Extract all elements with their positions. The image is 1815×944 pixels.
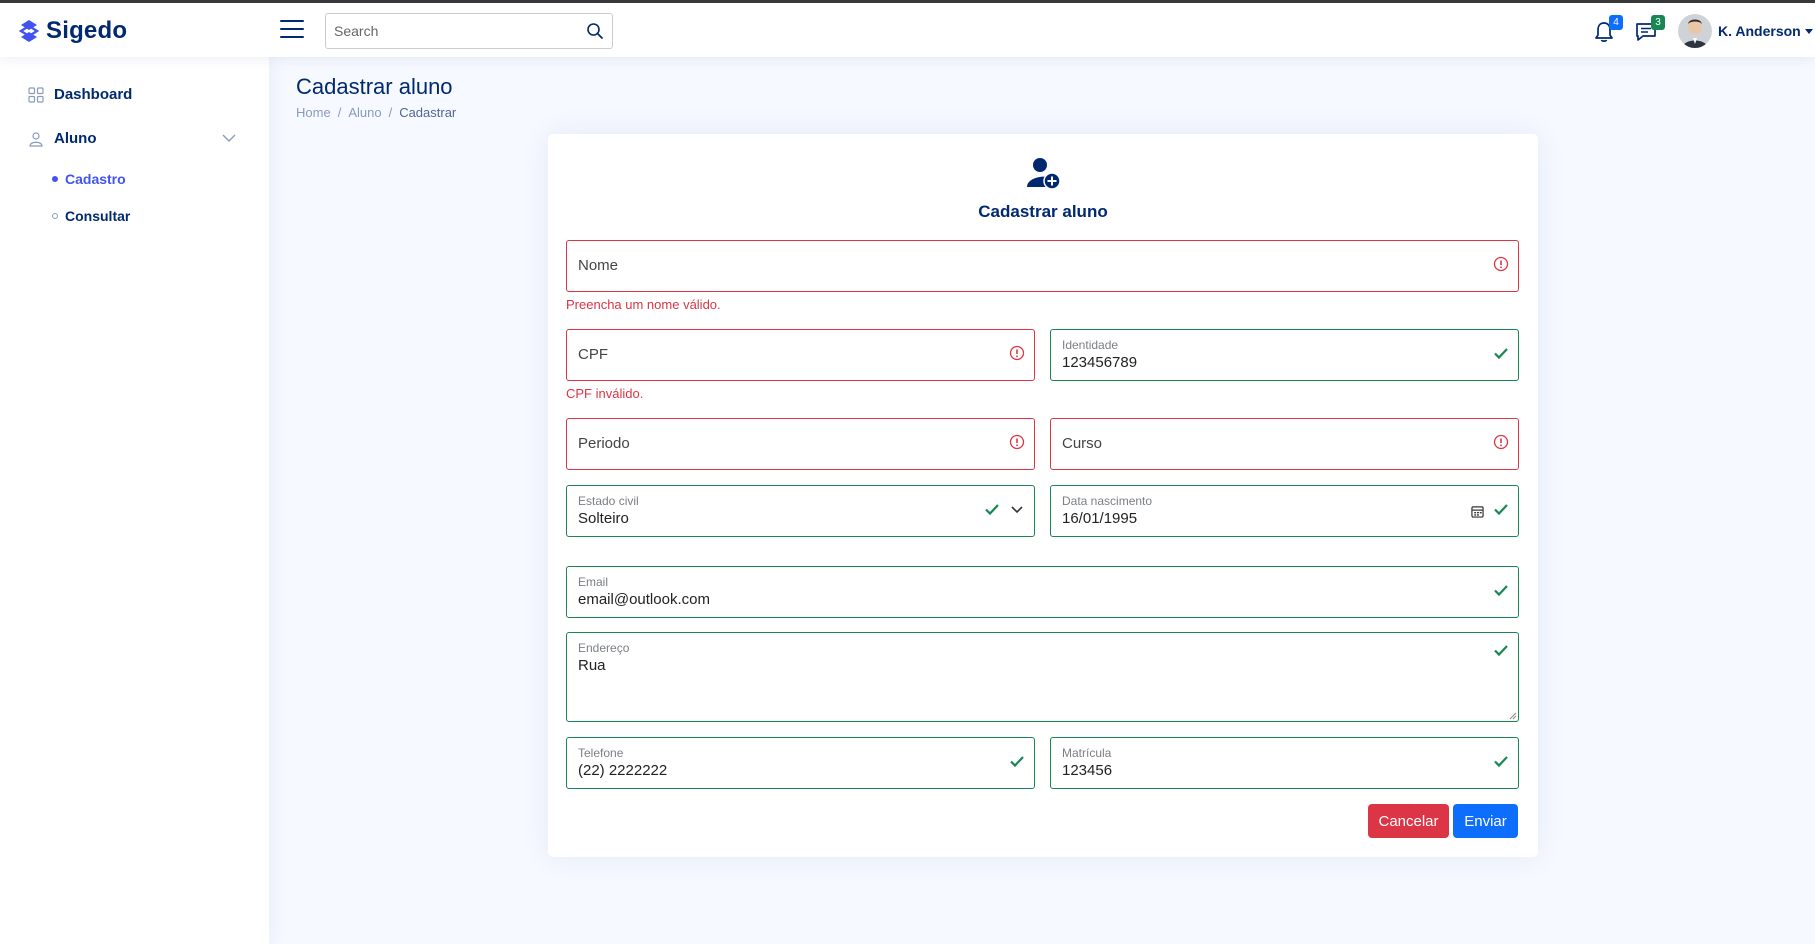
estado-civil-value: Solteiro bbox=[578, 510, 629, 527]
page-title: Cadastrar aluno bbox=[296, 74, 453, 99]
calendar-icon[interactable] bbox=[1471, 505, 1484, 518]
profile-menu[interactable]: K. Anderson bbox=[1678, 14, 1813, 48]
check-icon bbox=[1494, 348, 1508, 360]
telefone-value: (22) 2222222 bbox=[578, 762, 668, 779]
identidade-field[interactable]: Identidade 123456789 bbox=[1050, 329, 1519, 381]
error-icon bbox=[1009, 345, 1025, 361]
error-icon bbox=[1493, 434, 1509, 450]
email-field[interactable]: Email email@outlook.com bbox=[566, 566, 1519, 618]
data-nascimento-value: 16/01/1995 bbox=[1062, 510, 1138, 527]
chevron-down-icon[interactable] bbox=[1009, 501, 1025, 517]
nome-placeholder: Nome bbox=[578, 257, 619, 274]
email-label: Email bbox=[578, 575, 609, 589]
telefone-field[interactable]: Telefone (22) 2222222 bbox=[566, 737, 1035, 789]
person-add-icon bbox=[1027, 158, 1061, 190]
cpf-placeholder: CPF bbox=[578, 346, 608, 363]
check-icon bbox=[1494, 645, 1508, 657]
periodo-field[interactable]: Periodo bbox=[566, 418, 1035, 470]
cpf-error: CPF inválido. bbox=[566, 386, 644, 401]
resize-handle-icon[interactable] bbox=[1509, 712, 1517, 720]
nome-error: Preencha um nome válido. bbox=[566, 297, 721, 312]
logo[interactable]: Sigedo bbox=[18, 17, 127, 45]
identidade-label: Identidade bbox=[1062, 338, 1119, 352]
sidebar-item-label: Dashboard bbox=[54, 86, 133, 103]
endereco-value: Rua bbox=[578, 657, 606, 674]
avatar bbox=[1678, 14, 1712, 48]
notifications-badge: 4 bbox=[1609, 15, 1623, 30]
error-icon bbox=[1009, 434, 1025, 450]
endereco-label: Endereço bbox=[578, 641, 630, 655]
estado-civil-select[interactable]: Estado civil Solteiro bbox=[566, 485, 1035, 537]
breadcrumb-home[interactable]: Home bbox=[296, 105, 331, 120]
email-value: email@outlook.com bbox=[578, 591, 710, 608]
matricula-value: 123456 bbox=[1062, 762, 1113, 779]
curso-field[interactable]: Curso bbox=[1050, 418, 1519, 470]
submit-button[interactable]: Enviar bbox=[1453, 804, 1518, 838]
data-nascimento-label: Data nascimento bbox=[1062, 494, 1153, 508]
check-icon bbox=[1494, 504, 1508, 516]
grid-icon bbox=[28, 86, 44, 103]
estado-civil-label: Estado civil bbox=[578, 494, 639, 508]
messages-badge: 3 bbox=[1651, 15, 1665, 30]
breadcrumb-current: Cadastrar bbox=[399, 105, 457, 120]
dot-icon bbox=[52, 213, 58, 219]
breadcrumb-aluno[interactable]: Aluno bbox=[348, 105, 381, 120]
check-icon bbox=[1494, 585, 1508, 597]
identidade-value: 123456789 bbox=[1062, 354, 1138, 371]
top-header: Sigedo 4 3 bbox=[0, 3, 1815, 57]
curso-placeholder: Curso bbox=[1062, 435, 1103, 452]
menu-toggle-icon[interactable] bbox=[280, 20, 304, 42]
sidebar-subitem-consultar[interactable]: Consultar bbox=[52, 208, 130, 224]
sidebar-subitem-cadastro[interactable]: Cadastro bbox=[52, 171, 126, 187]
notifications-button[interactable]: 4 bbox=[1591, 15, 1623, 45]
nome-field[interactable]: Nome bbox=[566, 240, 1519, 292]
sidebar-subitem-label: Consultar bbox=[65, 208, 131, 224]
form-title: Cadastrar aluno bbox=[978, 202, 1108, 221]
person-icon bbox=[29, 131, 43, 147]
check-icon bbox=[1494, 756, 1508, 768]
cancel-button[interactable]: Cancelar bbox=[1368, 804, 1449, 838]
periodo-placeholder: Periodo bbox=[578, 435, 630, 452]
sidebar: Dashboard Aluno Cadastro Consultar bbox=[0, 57, 269, 944]
sidebar-item-label: Aluno bbox=[54, 130, 97, 147]
sidebar-item-aluno[interactable]: Aluno bbox=[28, 130, 97, 147]
active-dot-icon bbox=[52, 176, 58, 182]
app-name: Sigedo bbox=[46, 17, 128, 44]
messages-button[interactable]: 3 bbox=[1633, 15, 1665, 45]
chevron-down-icon bbox=[1804, 28, 1813, 34]
error-icon bbox=[1493, 256, 1509, 272]
data-nascimento-field[interactable]: Data nascimento 16/01/1995 bbox=[1050, 485, 1519, 537]
sidebar-subitem-label: Cadastro bbox=[65, 171, 126, 187]
telefone-label: Telefone bbox=[578, 746, 624, 760]
cpf-field[interactable]: CPF bbox=[566, 329, 1035, 381]
check-icon bbox=[1010, 756, 1024, 768]
page-title-block: Cadastrar aluno Home / Aluno / Cadastrar bbox=[296, 74, 456, 120]
student-form-card: Cadastrar aluno Nome Preencha um nome vá… bbox=[548, 134, 1538, 857]
logo-icon bbox=[18, 20, 40, 42]
endereco-textarea[interactable]: Endereço Rua bbox=[566, 632, 1519, 722]
breadcrumb: Home / Aluno / Cadastrar bbox=[296, 105, 457, 120]
check-icon bbox=[985, 504, 999, 516]
search-input[interactable] bbox=[326, 14, 566, 48]
matricula-field[interactable]: Matrícula 123456 bbox=[1050, 737, 1519, 789]
chevron-down-icon[interactable] bbox=[222, 133, 236, 143]
sidebar-item-dashboard[interactable]: Dashboard bbox=[28, 86, 132, 103]
user-name: K. Anderson bbox=[1718, 23, 1801, 39]
search-bar bbox=[325, 13, 613, 49]
search-icon[interactable] bbox=[586, 22, 604, 40]
matricula-label: Matrícula bbox=[1062, 746, 1112, 760]
